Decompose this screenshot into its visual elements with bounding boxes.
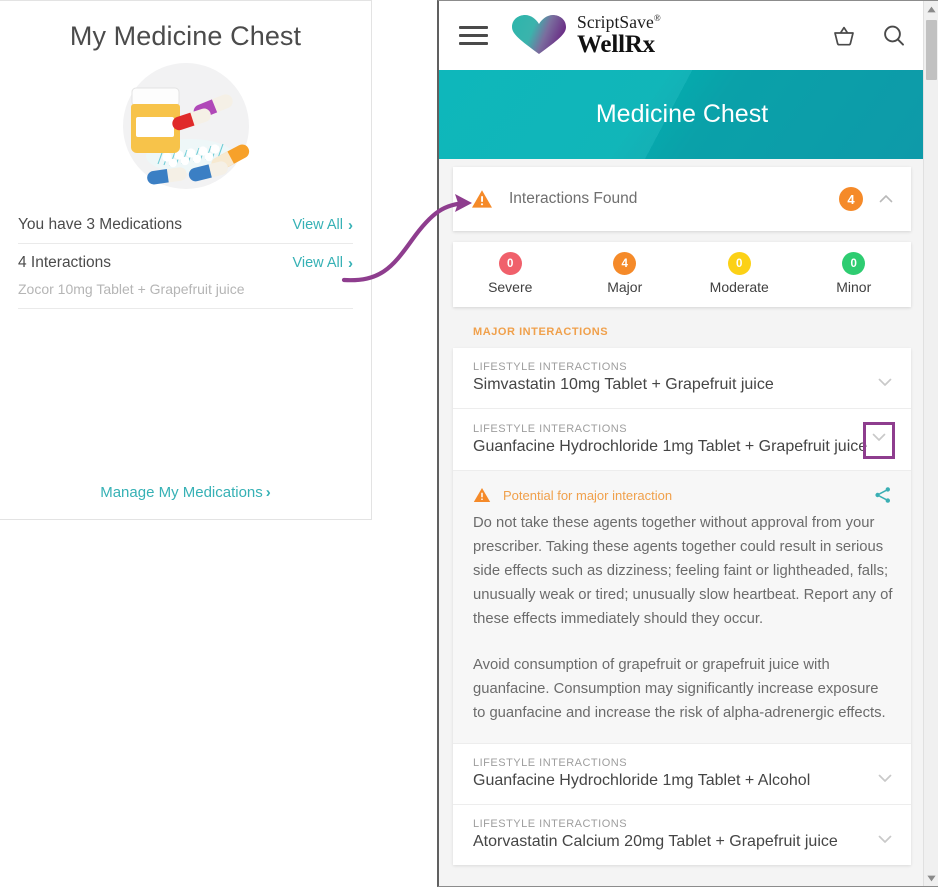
- chevron-right-icon: ›: [265, 484, 271, 501]
- view-all-medications-link[interactable]: View All ›: [292, 217, 353, 233]
- interactions-found-header[interactable]: Interactions Found 4: [453, 167, 911, 231]
- interaction-row-guanfacine-grapefruit[interactable]: LIFESTYLE INTERACTIONS Guanfacine Hydroc…: [453, 409, 911, 471]
- wellrx-heart-logo: [512, 14, 566, 54]
- medications-count-label: You have 3 Medications: [18, 216, 183, 233]
- interactions-list: LIFESTYLE INTERACTIONS Simvastatin 10mg …: [453, 348, 911, 865]
- basket-icon[interactable]: [831, 23, 857, 49]
- browser-window: ScriptSave® WellRx Medicine Chest Intera…: [437, 0, 938, 887]
- chevron-down-icon[interactable]: [875, 372, 895, 392]
- banner-title: Medicine Chest: [595, 100, 769, 128]
- manage-my-medications-link[interactable]: Manage My Medications ›: [0, 484, 371, 501]
- summary-rows: You have 3 Medications View All › 4 Inte…: [0, 206, 371, 309]
- severity-major-label: Major: [607, 279, 643, 295]
- interaction-detail-header: Potential for major interaction: [473, 485, 893, 505]
- interaction-detail-heading: Potential for major interaction: [503, 487, 673, 503]
- scrollbar-thumb[interactable]: [926, 20, 937, 80]
- severity-major[interactable]: 4 Major: [568, 252, 683, 295]
- interactions-count-badge: 4: [839, 187, 863, 211]
- major-interactions-heading: MAJOR INTERACTIONS: [473, 326, 609, 338]
- severity-minor-count: 0: [842, 252, 866, 275]
- chevron-right-icon: ›: [348, 254, 353, 272]
- interaction-kicker: LIFESTYLE INTERACTIONS: [473, 361, 628, 373]
- vertical-scrollbar[interactable]: [923, 1, 938, 886]
- interaction-row-atorvastatin[interactable]: LIFESTYLE INTERACTIONS Atorvastatin Calc…: [453, 805, 911, 865]
- chevron-down-icon[interactable]: [869, 427, 889, 447]
- hamburger-menu-icon[interactable]: [459, 21, 488, 50]
- chevron-right-icon: ›: [348, 216, 353, 234]
- view-all-medications-label: View All: [292, 217, 343, 233]
- interaction-title: Atorvastatin Calcium 20mg Tablet + Grape…: [473, 833, 838, 850]
- interaction-title: Simvastatin 10mg Tablet + Grapefruit jui…: [473, 376, 774, 393]
- interaction-kicker: LIFESTYLE INTERACTIONS: [473, 818, 628, 830]
- interaction-detail-panel: Potential for major interaction Do not t…: [453, 471, 911, 744]
- interaction-row-simvastatin[interactable]: LIFESTYLE INTERACTIONS Simvastatin 10mg …: [453, 348, 911, 409]
- severity-minor[interactable]: 0 Minor: [797, 252, 912, 295]
- screenshot-root: My Medicine Chest You have 3 Medications…: [0, 0, 938, 887]
- search-icon[interactable]: [881, 23, 907, 49]
- severity-severe-count: 0: [498, 252, 522, 275]
- view-all-interactions-label: View All: [292, 255, 343, 271]
- medicine-chest-summary-card: My Medicine Chest You have 3 Medications…: [0, 0, 372, 520]
- page-title: My Medicine Chest: [69, 21, 302, 51]
- interaction-detail-paragraph-1: Do not take these agents together withou…: [473, 515, 893, 627]
- warning-triangle-icon: [473, 488, 491, 502]
- severity-summary: 0 Severe 4 Major 0 Moderate 0 Minor: [453, 242, 911, 307]
- warning-triangle-icon: [472, 190, 492, 208]
- severity-minor-label: Minor: [836, 279, 872, 295]
- chevron-down-icon[interactable]: [875, 768, 895, 788]
- interaction-detail-paragraph-2: Avoid consumption of grapefruit or grape…: [473, 657, 886, 721]
- interaction-kicker: LIFESTYLE INTERACTIONS: [473, 757, 628, 769]
- interaction-kicker: LIFESTYLE INTERACTIONS: [473, 423, 628, 435]
- severity-severe-label: Severe: [488, 279, 533, 295]
- chevron-up-icon[interactable]: [877, 190, 895, 208]
- severity-moderate-label: Moderate: [709, 279, 769, 295]
- share-icon[interactable]: [873, 485, 893, 505]
- severity-moderate-count: 0: [727, 252, 751, 275]
- chevron-down-icon[interactable]: [875, 829, 895, 849]
- interaction-title: Guanfacine Hydrochloride 1mg Tablet + Gr…: [473, 438, 868, 455]
- page-banner: Medicine Chest: [439, 70, 925, 159]
- brand-name-bottom: WellRx: [577, 31, 655, 59]
- severity-moderate[interactable]: 0 Moderate: [682, 252, 797, 295]
- highlighted-chevron-target[interactable]: [863, 422, 895, 459]
- interactions-count-label: 4 Interactions: [18, 254, 112, 271]
- site-header: ScriptSave® WellRx: [439, 1, 925, 70]
- header-actions: [831, 23, 907, 49]
- view-all-interactions-link[interactable]: View All ›: [292, 255, 353, 271]
- medicine-illustration-wrap: [0, 60, 371, 192]
- interactions-found-label: Interactions Found: [509, 190, 638, 207]
- severity-major-count: 4: [613, 252, 637, 275]
- interactions-row: 4 Interactions View All ›: [18, 244, 353, 281]
- scroll-up-arrow-icon[interactable]: [924, 1, 938, 18]
- brand-logo-group[interactable]: ScriptSave® WellRx: [510, 11, 661, 59]
- scroll-down-arrow-icon[interactable]: [924, 870, 938, 886]
- manage-my-medications-label: Manage My Medications: [100, 484, 263, 501]
- interaction-title: Guanfacine Hydrochloride 1mg Tablet + Al…: [473, 772, 811, 789]
- severity-severe[interactable]: 0 Severe: [453, 252, 568, 295]
- interaction-summary-text: Zocor 10mg Tablet + Grapefruit juice: [18, 281, 353, 309]
- medications-row: You have 3 Medications View All ›: [18, 206, 353, 244]
- page-viewport: ScriptSave® WellRx Medicine Chest Intera…: [439, 1, 925, 886]
- brand-trademark: ®: [653, 12, 661, 23]
- pill-bottle-and-pills-illustration: [111, 60, 261, 192]
- page-content: Interactions Found 4 0 Severe 4 Major 0 …: [439, 159, 925, 865]
- interaction-row-guanfacine-alcohol[interactable]: LIFESTYLE INTERACTIONS Guanfacine Hydroc…: [453, 744, 911, 805]
- brand-name-top: ScriptSave: [577, 11, 654, 32]
